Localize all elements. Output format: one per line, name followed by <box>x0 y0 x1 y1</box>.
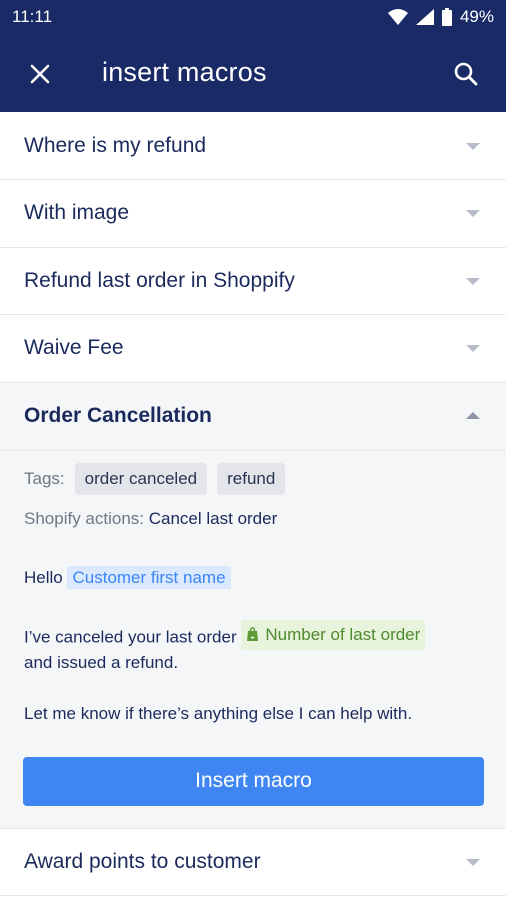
macro-item[interactable]: Award points to customer <box>0 828 506 896</box>
app-bar: insert macros <box>0 34 506 112</box>
signal-icon <box>415 9 434 25</box>
macro-body-line: I’ve canceled your last order Number of … <box>24 619 426 677</box>
close-button[interactable] <box>24 58 56 90</box>
order-number-variable: Number of last order <box>241 619 426 650</box>
chevron-down-icon <box>466 210 480 218</box>
page-title: insert macros <box>102 57 267 87</box>
status-icons: 49% <box>387 7 494 27</box>
order-number-variable-label: Number of last order <box>265 624 421 644</box>
chevron-up-icon <box>466 412 480 419</box>
shopify-actions-value: Cancel last order <box>148 508 278 528</box>
macro-item[interactable]: With image <box>0 180 506 248</box>
macro-item[interactable]: Refund last order in Shoppify <box>0 247 506 315</box>
macro-item-label: Where is my refund <box>24 133 207 157</box>
shopify-icon <box>247 627 259 641</box>
shopify-actions-line: Shopify actions: Cancel last order <box>24 509 277 529</box>
greeting-text: Hello <box>24 567 63 587</box>
body-text-after: and issued a refund. <box>24 653 179 672</box>
battery-percent: 49% <box>459 7 494 26</box>
insert-macro-button[interactable]: Insert macro <box>23 756 484 806</box>
customer-name-variable: Customer first name <box>67 565 231 589</box>
macro-details: Tags: order canceled refund Shopify acti… <box>0 450 506 829</box>
chevron-down-icon <box>466 858 480 866</box>
close-icon <box>30 64 50 84</box>
search-button[interactable] <box>450 58 482 90</box>
macro-item[interactable]: Waive Fee <box>0 315 506 383</box>
macro-item-label: Waive Fee <box>24 336 124 360</box>
tags-line: Tags: order canceled refund <box>24 462 286 495</box>
tags-label: Tags: <box>24 468 65 488</box>
macro-item-label: Refund last order in Shoppify <box>24 268 295 292</box>
chevron-down-icon <box>466 277 480 285</box>
macro-item[interactable]: Where is my refund <box>0 112 506 180</box>
status-time: 11:11 <box>12 7 53 26</box>
macro-item-label: Award points to customer <box>24 849 261 873</box>
status-bar: 11:11 49% <box>0 0 506 34</box>
macro-item-label: Order Cancellation <box>24 404 212 427</box>
search-icon <box>454 62 478 86</box>
shopify-actions-label: Shopify actions: <box>24 508 145 528</box>
macro-list: Where is my refund With image Refund las… <box>0 112 506 896</box>
macro-item-expanded[interactable]: Order Cancellation <box>0 382 506 451</box>
tag-chip: refund <box>217 462 286 495</box>
tag-chip: order canceled <box>74 462 208 495</box>
macro-closing-line: Let me know if there’s anything else I c… <box>24 703 413 723</box>
macro-greeting-line: Hello Customer first name <box>24 565 231 591</box>
battery-icon <box>441 8 452 26</box>
chevron-down-icon <box>466 345 480 353</box>
macro-item-label: With image <box>24 201 130 225</box>
body-text-before: I’ve canceled your last order <box>24 627 237 646</box>
wifi-icon <box>387 9 408 25</box>
chevron-down-icon <box>466 142 480 150</box>
